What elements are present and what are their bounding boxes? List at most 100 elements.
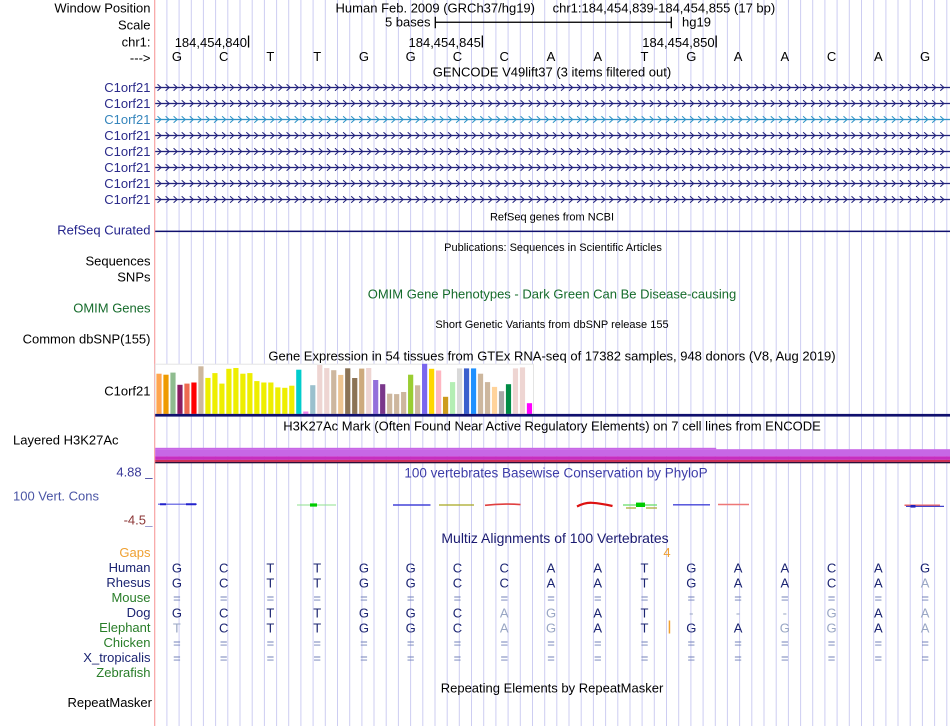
svg-text:A: A xyxy=(874,575,883,590)
svg-text:G: G xyxy=(406,620,416,635)
svg-text:=: = xyxy=(360,635,368,650)
svg-text:C: C xyxy=(453,620,462,635)
svg-text:C: C xyxy=(453,575,462,590)
svg-text:-: - xyxy=(783,605,787,620)
svg-text:A: A xyxy=(874,560,883,575)
svg-text:T: T xyxy=(641,49,649,64)
svg-text:-: - xyxy=(736,605,740,620)
svg-text:C: C xyxy=(219,575,228,590)
svg-text:=: = xyxy=(267,590,275,605)
svg-text:4.88 _: 4.88 _ xyxy=(116,464,153,479)
svg-text:C: C xyxy=(500,575,509,590)
svg-text:=: = xyxy=(875,590,883,605)
svg-text:=: = xyxy=(500,590,508,605)
svg-text:=: = xyxy=(687,650,695,665)
svg-text:T: T xyxy=(266,605,274,620)
svg-text:A: A xyxy=(593,560,602,575)
svg-text:=: = xyxy=(641,635,649,650)
svg-text:=: = xyxy=(828,590,836,605)
svg-text:C1orf21: C1orf21 xyxy=(104,384,150,399)
svg-text:A: A xyxy=(500,620,509,635)
svg-text:=: = xyxy=(641,650,649,665)
svg-text:=: = xyxy=(734,650,742,665)
svg-text:-: - xyxy=(689,605,693,620)
svg-text:RefSeq Curated: RefSeq Curated xyxy=(57,223,150,238)
svg-text:T: T xyxy=(641,575,649,590)
svg-text:C1orf21: C1orf21 xyxy=(104,128,150,143)
svg-text:A: A xyxy=(734,620,743,635)
svg-text:184,454,840: 184,454,840 xyxy=(175,35,247,50)
svg-text:=: = xyxy=(641,590,649,605)
svg-text:A: A xyxy=(593,575,602,590)
svg-text:T: T xyxy=(641,605,649,620)
svg-text:Elephant: Elephant xyxy=(99,620,151,635)
svg-text:=: = xyxy=(220,590,228,605)
svg-text:A: A xyxy=(734,49,743,64)
svg-text:C: C xyxy=(453,49,462,64)
svg-text:A: A xyxy=(780,575,789,590)
svg-text:G: G xyxy=(172,575,182,590)
svg-text:184,454,850: 184,454,850 xyxy=(642,35,714,50)
svg-text:X_tropicalis: X_tropicalis xyxy=(83,650,151,665)
svg-text:A: A xyxy=(874,605,883,620)
svg-text:A: A xyxy=(593,620,602,635)
svg-text:A: A xyxy=(547,575,556,590)
svg-text:A: A xyxy=(921,620,930,635)
svg-text:C: C xyxy=(453,605,462,620)
svg-text:=: = xyxy=(781,650,789,665)
svg-text:=: = xyxy=(454,650,462,665)
svg-text:T: T xyxy=(266,620,274,635)
svg-text:_: _ xyxy=(144,513,153,528)
svg-text:C: C xyxy=(500,560,509,575)
svg-text:A: A xyxy=(547,560,556,575)
svg-text:Window Position: Window Position xyxy=(54,1,150,16)
svg-text:G: G xyxy=(359,620,369,635)
svg-text:A: A xyxy=(547,49,556,64)
svg-text:=: = xyxy=(313,635,321,650)
svg-text:-4.5: -4.5 xyxy=(124,513,146,528)
svg-text:4: 4 xyxy=(663,545,670,560)
svg-text:G: G xyxy=(406,49,416,64)
svg-text:C1orf21: C1orf21 xyxy=(104,192,150,207)
svg-text:C1orf21: C1orf21 xyxy=(104,96,150,111)
svg-text:=: = xyxy=(781,635,789,650)
svg-text:=: = xyxy=(594,590,602,605)
svg-text:=: = xyxy=(547,590,555,605)
svg-text:=: = xyxy=(921,635,929,650)
svg-text:=: = xyxy=(267,650,275,665)
svg-text:A: A xyxy=(780,560,789,575)
svg-text:T: T xyxy=(313,620,321,635)
svg-text:=: = xyxy=(173,635,181,650)
svg-text:=: = xyxy=(594,650,602,665)
svg-text:A: A xyxy=(734,575,743,590)
svg-text:=: = xyxy=(220,650,228,665)
svg-text:=: = xyxy=(547,650,555,665)
svg-text:=: = xyxy=(220,635,228,650)
svg-text:C: C xyxy=(827,49,836,64)
svg-text:G: G xyxy=(359,605,369,620)
svg-text:=: = xyxy=(687,635,695,650)
svg-text:A: A xyxy=(874,49,883,64)
svg-text:RefSeq genes from NCBI: RefSeq genes from NCBI xyxy=(490,211,614,223)
svg-text:Rhesus: Rhesus xyxy=(106,575,151,590)
svg-text:G: G xyxy=(406,560,416,575)
svg-text:C: C xyxy=(827,575,836,590)
svg-text:G: G xyxy=(686,560,696,575)
svg-text:RepeatMasker: RepeatMasker xyxy=(67,695,152,710)
svg-text:G: G xyxy=(546,620,556,635)
svg-text:G: G xyxy=(546,605,556,620)
svg-text:A: A xyxy=(921,575,930,590)
svg-text:Dog: Dog xyxy=(127,605,151,620)
svg-text:C1orf21: C1orf21 xyxy=(104,144,150,159)
svg-text:A: A xyxy=(921,605,930,620)
svg-text:Short Genetic Variants from db: Short Genetic Variants from dbSNP releas… xyxy=(435,319,668,331)
svg-text:=: = xyxy=(500,650,508,665)
svg-text:=: = xyxy=(734,635,742,650)
svg-text:A: A xyxy=(874,620,883,635)
svg-text:=: = xyxy=(828,650,836,665)
svg-text:C: C xyxy=(827,560,836,575)
svg-text:G: G xyxy=(172,49,182,64)
svg-text:T: T xyxy=(641,560,649,575)
svg-text:=: = xyxy=(407,590,415,605)
svg-text:G: G xyxy=(920,49,930,64)
